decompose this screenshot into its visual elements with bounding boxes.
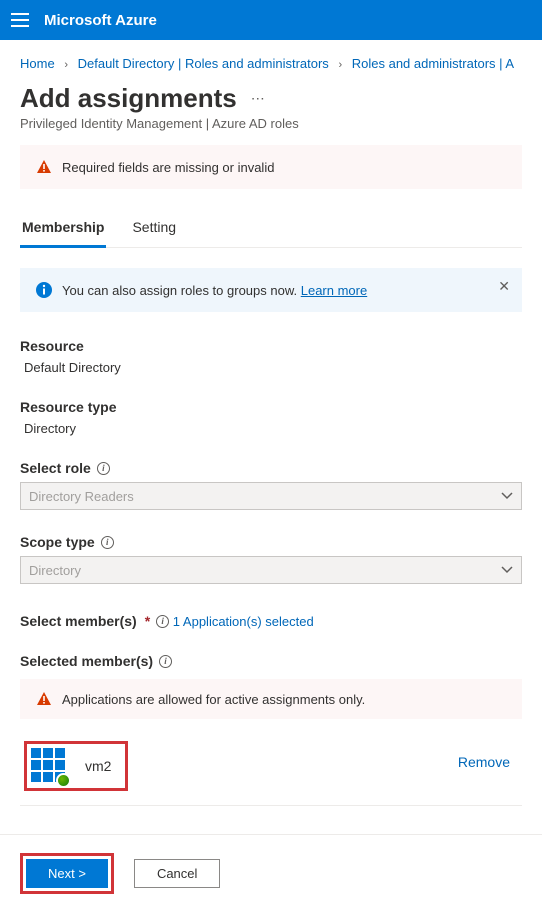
select-role-value: Directory Readers: [29, 489, 134, 504]
info-icon: [36, 282, 52, 298]
banner-required-fields: Required fields are missing or invalid: [20, 145, 522, 189]
required-indicator: *: [145, 613, 150, 629]
close-icon[interactable]: ✕: [498, 278, 510, 295]
resource-type-label: Resource type: [20, 399, 116, 415]
breadcrumb-roles[interactable]: Roles and administrators | A: [352, 56, 514, 71]
info-circle-icon[interactable]: i: [101, 536, 114, 549]
banner-groups-text: You can also assign roles to groups now.…: [62, 283, 367, 298]
selected-member-row: vm2 Remove: [20, 719, 522, 806]
next-button[interactable]: Next >: [26, 859, 108, 888]
highlight-member: vm2: [24, 741, 128, 791]
scope-type-dropdown[interactable]: Directory: [20, 556, 522, 584]
select-role-label: Select role: [20, 460, 91, 476]
resource-type-value: Directory: [20, 421, 522, 436]
field-scope-type: Scope type i Directory: [20, 534, 522, 584]
resource-value: Default Directory: [20, 360, 522, 375]
chevron-right-icon: ›: [64, 59, 68, 71]
resource-label: Resource: [20, 338, 84, 354]
page-subtitle: Privileged Identity Management | Azure A…: [0, 114, 542, 145]
chevron-down-icon: [501, 490, 513, 502]
application-icon: [31, 748, 67, 784]
field-resource: Resource Default Directory: [20, 338, 522, 375]
warning-icon: [36, 691, 52, 707]
remove-member-link[interactable]: Remove: [458, 754, 518, 770]
top-bar: Microsoft Azure: [0, 0, 542, 40]
highlight-next: Next >: [20, 853, 114, 894]
members-selected-link[interactable]: 1 Application(s) selected: [173, 614, 314, 629]
select-role-dropdown[interactable]: Directory Readers: [20, 482, 522, 510]
scope-type-value: Directory: [29, 563, 81, 578]
status-dot-icon: [56, 773, 71, 788]
tab-membership[interactable]: Membership: [20, 213, 106, 248]
field-selected-members: Selected member(s) i: [20, 653, 522, 669]
selected-members-label: Selected member(s): [20, 653, 153, 669]
banner-applications-text: Applications are allowed for active assi…: [62, 692, 365, 707]
info-circle-icon[interactable]: i: [156, 615, 169, 628]
banner-applications-only: Applications are allowed for active assi…: [20, 679, 522, 719]
warning-icon: [36, 159, 52, 175]
banner-groups-info: You can also assign roles to groups now.…: [20, 268, 522, 312]
chevron-right-icon: ›: [338, 59, 342, 71]
member-name: vm2: [85, 758, 111, 774]
page-title-row: Add assignments ⋯: [0, 75, 542, 114]
hamburger-menu-icon[interactable]: [8, 8, 32, 32]
field-select-members: Select member(s) * i 1 Application(s) sel…: [20, 608, 522, 629]
tabs: Membership Setting: [20, 213, 522, 248]
footer-actions: Next > Cancel: [0, 834, 542, 912]
learn-more-link[interactable]: Learn more: [301, 283, 367, 298]
more-actions-icon[interactable]: ⋯: [251, 90, 266, 107]
scope-type-label: Scope type: [20, 534, 95, 550]
page-title: Add assignments: [20, 83, 237, 114]
tab-setting[interactable]: Setting: [130, 213, 178, 247]
field-select-role: Select role i Directory Readers: [20, 460, 522, 510]
select-members-label: Select member(s): [20, 613, 137, 629]
breadcrumb-directory[interactable]: Default Directory | Roles and administra…: [78, 56, 329, 71]
banner-required-text: Required fields are missing or invalid: [62, 160, 274, 175]
breadcrumb: Home › Default Directory | Roles and adm…: [0, 40, 542, 75]
brand-label: Microsoft Azure: [44, 12, 157, 29]
breadcrumb-home[interactable]: Home: [20, 56, 55, 71]
info-circle-icon[interactable]: i: [159, 655, 172, 668]
info-circle-icon[interactable]: i: [97, 462, 110, 475]
cancel-button[interactable]: Cancel: [134, 859, 220, 888]
chevron-down-icon: [501, 564, 513, 576]
field-resource-type: Resource type Directory: [20, 399, 522, 436]
